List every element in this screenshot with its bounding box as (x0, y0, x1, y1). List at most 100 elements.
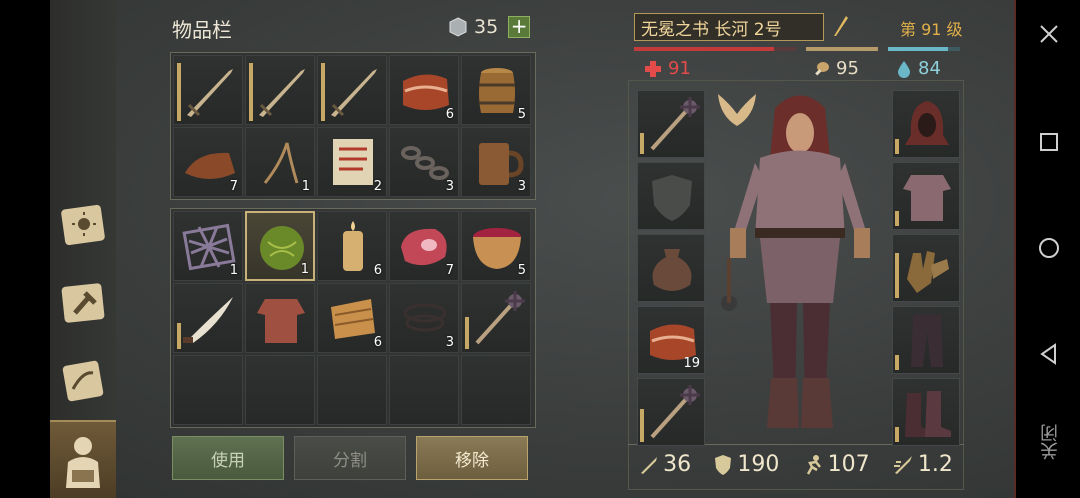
item-count: 1 (300, 262, 309, 277)
water-bar (888, 47, 948, 51)
water-bar-empty (948, 47, 960, 51)
inventory-slot[interactable] (173, 55, 243, 125)
water-drop-icon (898, 60, 910, 78)
food-value: 95 (836, 58, 859, 79)
equipment-slot-left[interactable]: 19 (637, 306, 705, 374)
armor-value: 190 (737, 452, 780, 477)
add-coins-button[interactable]: + (508, 16, 531, 38)
item-count: 5 (517, 107, 526, 122)
sword-icon (187, 69, 233, 117)
durability-bar (895, 139, 899, 154)
use-button[interactable]: 使用 (172, 436, 284, 480)
split-button[interactable]: 分割 (294, 436, 406, 480)
inventory-slot[interactable] (173, 283, 243, 353)
inventory-title: 物品栏 (172, 18, 232, 42)
inventory-slot[interactable]: 5 (461, 55, 531, 125)
item-count: 6 (373, 335, 382, 350)
gambeson-icon (257, 299, 305, 343)
scroll-quill-icon (62, 360, 104, 402)
water-stat: 84 (896, 58, 941, 79)
inventory-slot[interactable] (245, 55, 315, 125)
health-stat: 91 (644, 58, 691, 79)
speed-stat: 107 (802, 452, 870, 477)
durability-bar (640, 133, 644, 154)
inventory-slot[interactable]: 2 (317, 127, 387, 197)
health-bar (634, 47, 774, 51)
boots-icon (905, 391, 951, 437)
equipment-slot-left[interactable] (637, 378, 705, 446)
item-count: 7 (229, 179, 238, 194)
equipment-slot-right[interactable] (892, 234, 960, 302)
back-icon[interactable] (1037, 342, 1061, 366)
mace-icon (475, 291, 525, 345)
inventory-slot[interactable]: 5 (461, 211, 531, 281)
durability-bar (465, 317, 469, 349)
mace-icon (650, 97, 700, 151)
equipment-slot-left[interactable] (637, 234, 705, 302)
item-count: 6 (445, 107, 454, 122)
crafting-tab[interactable] (54, 274, 112, 332)
item-count: 1 (301, 179, 310, 194)
inventory-slot[interactable]: 7 (389, 211, 459, 281)
home-icon[interactable] (1037, 236, 1061, 260)
equipment-slot-left[interactable] (637, 162, 705, 230)
equipment-slot-right[interactable] (892, 162, 960, 230)
rename-quill-icon[interactable] (830, 14, 850, 38)
remove-button[interactable]: 移除 (416, 436, 528, 480)
inventory-slot[interactable] (461, 283, 531, 353)
equipment-slot-left[interactable] (637, 90, 705, 158)
equipment-slot-right[interactable] (892, 306, 960, 374)
inventory-slot[interactable] (245, 283, 315, 353)
item-count: 6 (373, 263, 382, 278)
item-count: 3 (517, 179, 526, 194)
equipment-slot-right[interactable] (892, 90, 960, 158)
shield-slot-icon (652, 175, 692, 221)
durability-bar (249, 63, 253, 121)
character-tab[interactable] (50, 420, 116, 498)
character-name[interactable]: 无冕之书 长河 2号 (634, 13, 824, 41)
health-cross-icon (645, 60, 661, 77)
pouch-icon (652, 249, 692, 291)
sword-icon (331, 69, 377, 117)
item-count: 1 (229, 263, 238, 278)
coin-icon (449, 17, 467, 37)
empty-inventory-slot[interactable] (461, 355, 531, 425)
quests-tab[interactable] (54, 352, 112, 410)
drumstick-icon (815, 61, 829, 76)
armor-stat: 190 (713, 452, 779, 477)
inventory-grid-top: 6 5 7 1 2 3 3 (170, 52, 536, 200)
close-icon[interactable] (1037, 22, 1061, 46)
inventory-slot[interactable]: 6 (317, 211, 387, 281)
inventory-slot[interactable]: 3 (389, 127, 459, 197)
item-count: 7 (445, 263, 454, 278)
inventory-slot[interactable]: 7 (173, 127, 243, 197)
durability-bar (895, 253, 899, 298)
speed-value: 107 (827, 452, 870, 477)
close-label[interactable]: 关闭 (1038, 424, 1062, 460)
inventory-slot[interactable]: 6 (389, 55, 459, 125)
book-sun-tab[interactable] (54, 196, 112, 254)
sword-icon (259, 69, 305, 117)
durability-bar (895, 355, 899, 370)
inventory-slot[interactable]: 3 (461, 127, 531, 197)
empty-inventory-slot[interactable] (173, 355, 243, 425)
empty-inventory-slot[interactable] (245, 355, 315, 425)
inventory-slot[interactable]: 1 (245, 127, 315, 197)
health-value: 91 (668, 58, 691, 79)
inventory-slot[interactable]: 6 (317, 283, 387, 353)
level-label: 第 91 级 (900, 20, 963, 39)
durability-bar (895, 211, 899, 226)
inventory-slot[interactable]: 3 (389, 283, 459, 353)
sword-stat-icon (641, 456, 658, 474)
inventory-slot[interactable] (317, 55, 387, 125)
mace-icon (650, 385, 700, 439)
inventory-slot[interactable]: 1 (173, 211, 243, 281)
recent-apps-icon[interactable] (1037, 130, 1061, 154)
inventory-slot[interactable]: 1 (245, 211, 315, 281)
pants-icon (911, 315, 943, 367)
left-black-bar (0, 0, 50, 498)
equipment-slot-right[interactable] (892, 378, 960, 446)
item-count: 3 (445, 179, 454, 194)
empty-inventory-slot[interactable] (389, 355, 459, 425)
empty-inventory-slot[interactable] (317, 355, 387, 425)
